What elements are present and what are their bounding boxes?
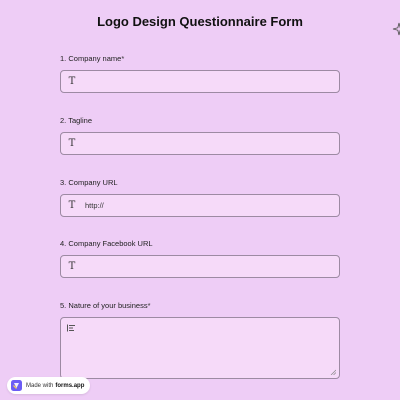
forms-app-logo-icon	[11, 380, 22, 391]
question-number: 3.	[60, 178, 67, 187]
question-nature-of-business: 5. Nature of your business*	[60, 301, 340, 379]
question-text: Company URL	[68, 178, 118, 187]
text-type-icon: T	[68, 261, 76, 272]
paragraph-lines-icon	[67, 324, 75, 332]
question-label: 3. Company URL	[60, 178, 340, 190]
tagline-input[interactable]: T	[60, 132, 340, 155]
resize-handle-icon[interactable]	[330, 369, 336, 375]
required-mark: *	[121, 54, 125, 63]
question-label: 4. Company Facebook URL	[60, 239, 340, 251]
question-text: Tagline	[68, 116, 92, 125]
question-company-name: 1. Company name* T	[60, 54, 340, 93]
made-with-label: Made with	[26, 382, 54, 389]
brand-label: forms.app	[55, 382, 85, 389]
question-number: 5.	[60, 301, 67, 310]
question-label: 2. Tagline	[60, 116, 340, 128]
input-value: http://	[85, 201, 104, 210]
question-label: 5. Nature of your business*	[60, 301, 340, 313]
question-text: Nature of your business	[68, 301, 148, 310]
question-text: Company name	[68, 54, 122, 63]
text-type-icon: T	[68, 138, 76, 149]
company-name-input[interactable]: T	[60, 70, 340, 93]
made-with-badge[interactable]: Made with forms.app	[7, 377, 91, 394]
required-mark: *	[147, 301, 151, 310]
text-type-icon: T	[68, 200, 76, 211]
sparkle-icon[interactable]	[392, 22, 400, 36]
company-url-input[interactable]: T http://	[60, 194, 340, 217]
question-tagline: 2. Tagline T	[60, 116, 340, 155]
question-number: 2.	[60, 116, 67, 125]
company-facebook-url-input[interactable]: T	[60, 255, 340, 278]
question-company-url: 3. Company URL T http://	[60, 178, 340, 217]
question-number: 1.	[60, 54, 67, 63]
text-type-icon: T	[68, 76, 76, 87]
question-company-facebook-url: 4. Company Facebook URL T	[60, 239, 340, 278]
form-page: Logo Design Questionnaire Form 1. Compan…	[0, 0, 400, 400]
form-title: Logo Design Questionnaire Form	[97, 14, 303, 29]
question-label: 1. Company name*	[60, 54, 340, 66]
nature-of-business-textarea[interactable]	[60, 317, 340, 379]
question-text: Company Facebook URL	[68, 239, 153, 248]
question-number: 4.	[60, 239, 67, 248]
